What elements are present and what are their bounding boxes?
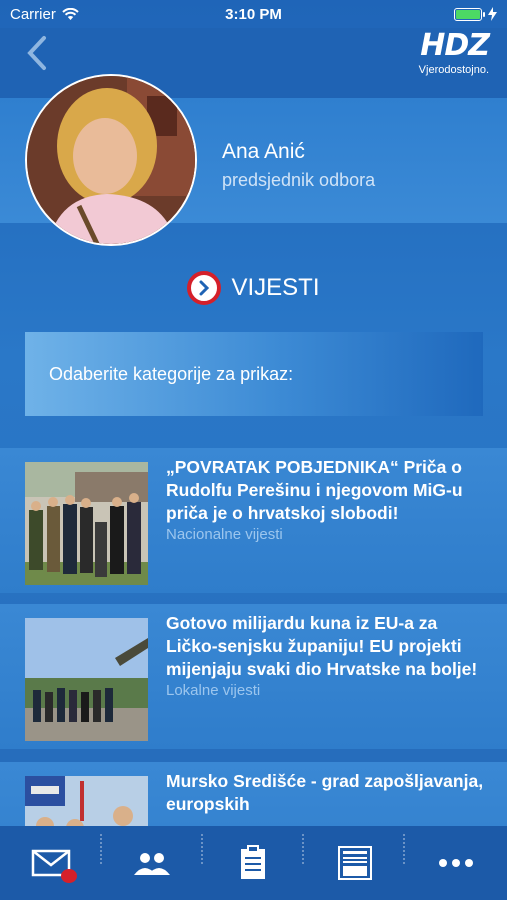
profile-name: Ana Anić — [222, 140, 305, 163]
back-button[interactable] — [20, 32, 56, 74]
category-selector[interactable]: Odaberite kategorije za prikaz: — [25, 332, 483, 416]
tab-divider — [302, 834, 304, 864]
logo-mark: HDZ — [420, 28, 490, 63]
status-bar: Carrier 3:10 PM — [0, 0, 507, 28]
tab-divider — [201, 834, 203, 864]
more-icon — [439, 859, 474, 867]
tab-news[interactable] — [325, 833, 385, 893]
tab-bar — [0, 826, 507, 900]
news-title: Gotovo milijardu kuna iz EU-a za Ličko-s… — [166, 613, 478, 679]
chevron-left-icon — [27, 36, 46, 70]
news-thumbnail — [25, 618, 148, 741]
newsletter-icon — [337, 846, 372, 880]
hdz-logo: HDZ Vjerodostojno. — [399, 28, 490, 77]
news-title: „POVRATAK POBJEDNIKA“ Priča o Rudolfu Pe… — [166, 457, 463, 523]
wifi-icon — [62, 7, 79, 20]
news-category: Nacionalne vijesti — [166, 526, 283, 543]
news-thumbnail — [25, 462, 148, 585]
carrier-label: Carrier — [10, 5, 56, 23]
charging-icon — [488, 7, 497, 21]
members-icon — [134, 853, 171, 875]
tab-divider — [100, 834, 102, 864]
chevron-right-icon — [187, 271, 222, 305]
notification-badge — [60, 869, 77, 883]
news-item[interactable]: Gotovo milijardu kuna iz EU-a za Ličko-s… — [0, 604, 507, 749]
battery-icon — [454, 7, 485, 21]
logo-tagline: Vjerodostojno. — [418, 64, 489, 76]
profile-role: predsjednik odbora — [222, 170, 376, 190]
news-item[interactable]: „POVRATAK POBJEDNIKA“ Priča o Rudolfu Pe… — [0, 448, 507, 593]
category-prompt: Odaberite kategorije za prikaz: — [49, 363, 294, 384]
avatar — [25, 74, 197, 246]
tab-tasks[interactable] — [223, 833, 283, 893]
tab-messages[interactable] — [21, 833, 81, 893]
news-category: Lokalne vijesti — [166, 682, 261, 699]
clipboard-icon — [241, 845, 266, 879]
news-title: Mursko Središće - grad zapošljavanja, eu… — [166, 771, 484, 814]
tab-divider — [403, 834, 405, 864]
tab-more[interactable] — [426, 833, 486, 893]
section-heading[interactable]: VIJESTI — [0, 268, 507, 308]
tab-members[interactable] — [122, 833, 182, 893]
section-title: VIJESTI — [231, 274, 320, 301]
